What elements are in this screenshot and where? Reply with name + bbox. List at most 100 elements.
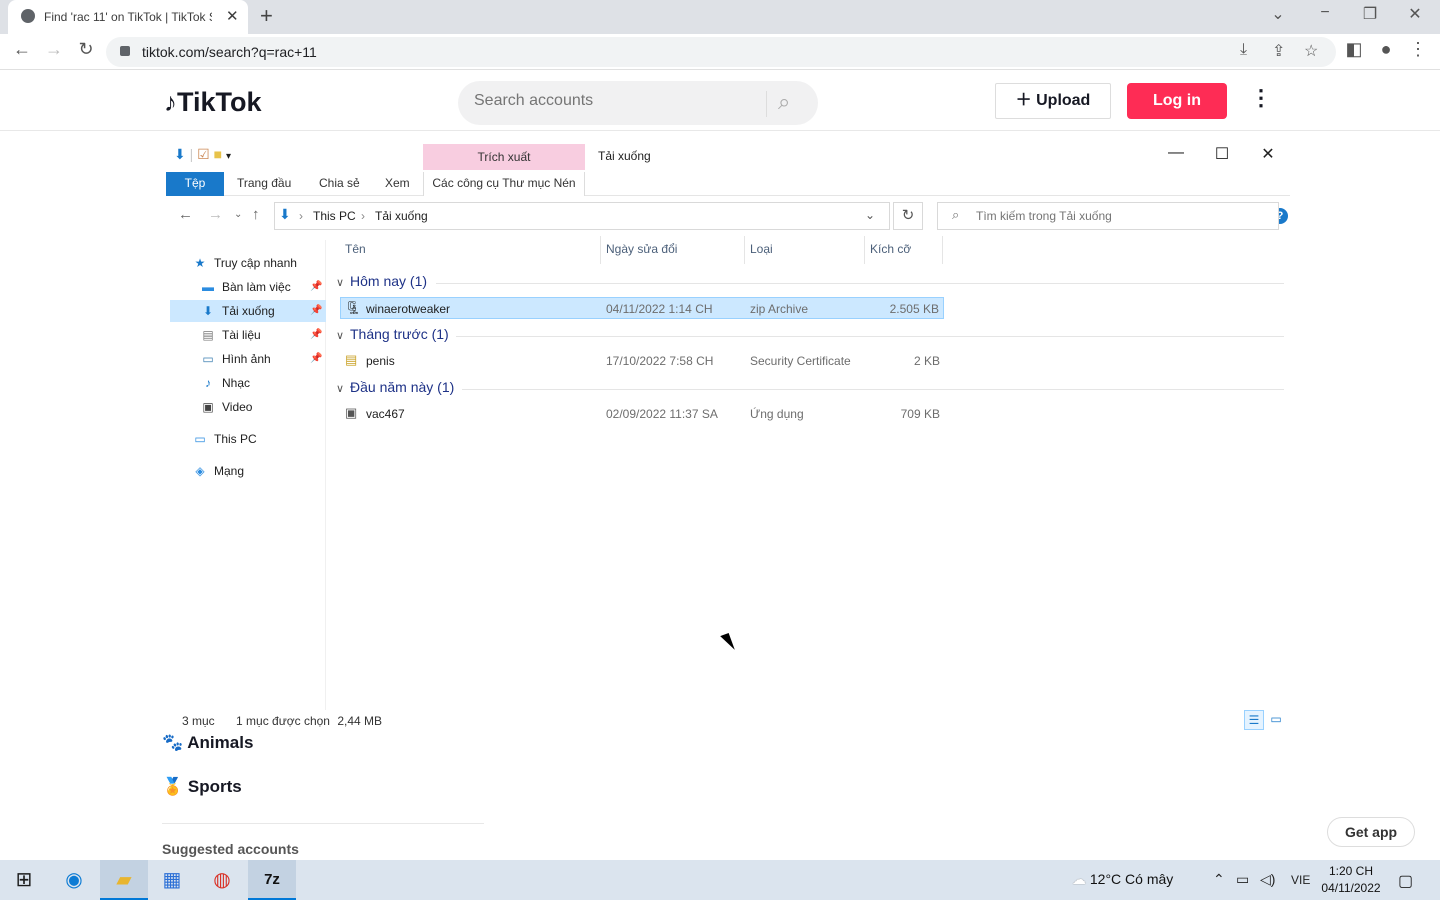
profile-icon[interactable]: ● (1372, 39, 1400, 60)
nav-videos[interactable]: ▣ Video (200, 396, 252, 418)
column-name[interactable]: Tên (345, 242, 366, 256)
nav-forward-button[interactable]: → (208, 206, 223, 223)
recent-locations-icon[interactable]: ⌄ (234, 209, 242, 220)
address-dropdown-icon[interactable]: ⌄ (865, 208, 875, 222)
close-window-button[interactable]: ✕ (1400, 4, 1430, 24)
file-row[interactable]: 🗜 winaerotweaker 04/11/2022 1:14 CH zip … (340, 297, 944, 319)
lock-icon (120, 46, 130, 56)
properties-icon[interactable]: ☑ (197, 146, 210, 162)
minimize-button[interactable]: − (1310, 4, 1340, 22)
nav-up-button[interactable]: ↑ (252, 206, 260, 223)
input-language[interactable]: VIE (1291, 873, 1310, 887)
explorer-close-button[interactable]: ✕ (1248, 144, 1288, 164)
download-arrow-icon[interactable]: ⬇ (174, 146, 186, 162)
file-size: 2.505 KB (889, 302, 939, 316)
search-icon[interactable]: ⌕ (778, 89, 790, 115)
install-icon[interactable]: ⤓ (1240, 41, 1247, 59)
large-icons-view-icon[interactable]: ▭ (1266, 710, 1286, 730)
restore-button[interactable]: ❐ (1355, 4, 1385, 24)
upload-button[interactable]: ＋ Upload (995, 83, 1111, 119)
column-separator[interactable] (864, 236, 865, 264)
bookmark-star-icon[interactable]: ☆ (1304, 41, 1318, 61)
crumb-separator: › (299, 209, 303, 223)
edge-icon[interactable]: ◉ (50, 860, 98, 900)
tab-view[interactable]: Xem (385, 172, 410, 196)
group-divider (456, 336, 1284, 337)
address-bar[interactable]: tiktok.com/search?q=rac+11 ⤓ ⇪ ☆ (106, 37, 1336, 67)
tiktok-logo[interactable]: ♪TikTok (164, 87, 262, 118)
file-row[interactable]: ▤ penis 17/10/2022 7:58 CH Security Cert… (340, 350, 944, 372)
nav-label: Tài liệu (222, 328, 261, 342)
refresh-button[interactable]: ↻ (893, 202, 923, 230)
network-tray-icon[interactable]: ▭ (1236, 871, 1249, 888)
forward-button[interactable]: → (40, 39, 68, 60)
nav-quick-access[interactable]: ★ Truy cập nhanh (192, 252, 297, 274)
nav-back-button[interactable]: ← (178, 206, 193, 223)
group-last-month[interactable]: ∨ Tháng trước (1) (336, 326, 449, 342)
side-panel-icon[interactable]: ◧ (1340, 39, 1368, 60)
file-explorer-icon[interactable]: ▰ (100, 860, 148, 900)
nav-network[interactable]: ◈ Mạng (192, 460, 244, 482)
column-separator[interactable] (942, 236, 943, 264)
new-tab-button[interactable]: + (260, 3, 273, 29)
file-type: zip Archive (750, 302, 809, 316)
clock-time: 1:20 CH (1328, 864, 1374, 878)
new-folder-icon[interactable]: ■ (214, 146, 222, 162)
selected-count: 1 mục được chọn (236, 714, 330, 728)
tiktok-search-input[interactable] (474, 92, 754, 110)
start-button[interactable]: ⊞ (0, 860, 48, 900)
sidebar-sports[interactable]: 🏅 Sports (162, 777, 242, 797)
tab-share[interactable]: Chia sẻ (319, 172, 360, 196)
tab-compressed-tools[interactable]: Các công cụ Thư mục Nén (423, 172, 585, 196)
tab-home[interactable]: Trang đầu (237, 172, 291, 196)
ribbon-tabs: Tệp Trang đầu Chia sẻ Xem Các công cụ Th… (166, 172, 1290, 224)
clock[interactable]: 1:20 CH 04/11/2022 (1316, 863, 1386, 897)
close-tab-icon[interactable]: ✕ (226, 7, 239, 25)
chrome-icon[interactable]: ◍ (198, 860, 246, 900)
nav-documents[interactable]: ▤ Tài liệu 📌 (200, 324, 326, 346)
details-view-icon[interactable]: ☰ (1244, 710, 1264, 730)
explorer-search-input[interactable] (976, 209, 1266, 223)
nav-desktop[interactable]: ▬ Bàn làm việc 📌 (200, 276, 326, 298)
more-options-icon[interactable]: ⋮ (1250, 85, 1272, 111)
column-type[interactable]: Loại (750, 242, 773, 256)
explorer-minimize-button[interactable]: — (1156, 144, 1196, 162)
weather-widget[interactable]: ☁ 12°C Có mây (1072, 871, 1173, 888)
tab-file[interactable]: Tệp (166, 172, 224, 196)
column-separator[interactable] (744, 236, 745, 264)
nav-pictures[interactable]: ▭ Hình ảnh 📌 (200, 348, 326, 370)
login-button[interactable]: Log in (1127, 83, 1227, 119)
reload-button[interactable]: ↻ (72, 39, 100, 60)
back-button[interactable]: ← (8, 39, 36, 60)
file-size: 2 KB (913, 354, 940, 368)
group-earlier-this-year[interactable]: ∨ Đầu năm này (1) (336, 379, 454, 395)
explorer-maximize-button[interactable]: ☐ (1202, 144, 1242, 164)
clock-date: 04/11/2022 (1321, 881, 1381, 895)
column-date[interactable]: Ngày sửa đổi (606, 242, 677, 256)
browser-tab[interactable]: Find 'rac 11' on TikTok | TikTok Se ✕ (8, 0, 248, 34)
qat-dropdown-icon[interactable]: ▾ (226, 151, 231, 162)
crumb-this-pc[interactable]: This PC (313, 209, 356, 223)
share-icon[interactable]: ⇪ (1272, 41, 1285, 61)
file-row[interactable]: ▣ vac467 02/09/2022 11:37 SA Ứng dụng 70… (340, 403, 944, 425)
tab-search-icon[interactable]: ⌄ (1263, 4, 1293, 24)
nav-downloads[interactable]: ⬇ Tải xuống 📌 (170, 300, 326, 322)
notifications-icon[interactable]: ▢ (1398, 871, 1413, 891)
video-icon: ▣ (202, 400, 214, 414)
crumb-downloads[interactable]: Tải xuống (375, 209, 428, 223)
sidebar-animals[interactable]: 🐾 Animals (162, 733, 253, 753)
get-app-button[interactable]: Get app (1327, 817, 1415, 847)
column-separator[interactable] (600, 236, 601, 264)
pin-icon: 📌 (310, 329, 323, 340)
column-size[interactable]: Kích cỡ (870, 242, 911, 256)
menu-icon[interactable]: ⋮ (1404, 39, 1432, 60)
show-hidden-icons[interactable]: ⌃ (1213, 871, 1225, 888)
7zip-icon[interactable]: 7z (248, 860, 296, 900)
address-box[interactable]: ⬇ › This PC › Tải xuống ⌄ (274, 202, 890, 230)
nav-music[interactable]: ♪ Nhạc (200, 372, 250, 394)
volume-icon[interactable]: ◁) (1260, 871, 1275, 888)
group-today[interactable]: ∨ Hôm nay (1) (336, 273, 427, 289)
medal-icon: 🏅 (162, 777, 188, 796)
store-icon[interactable]: ▦ (148, 860, 196, 900)
nav-this-pc[interactable]: ▭ This PC (192, 428, 256, 450)
